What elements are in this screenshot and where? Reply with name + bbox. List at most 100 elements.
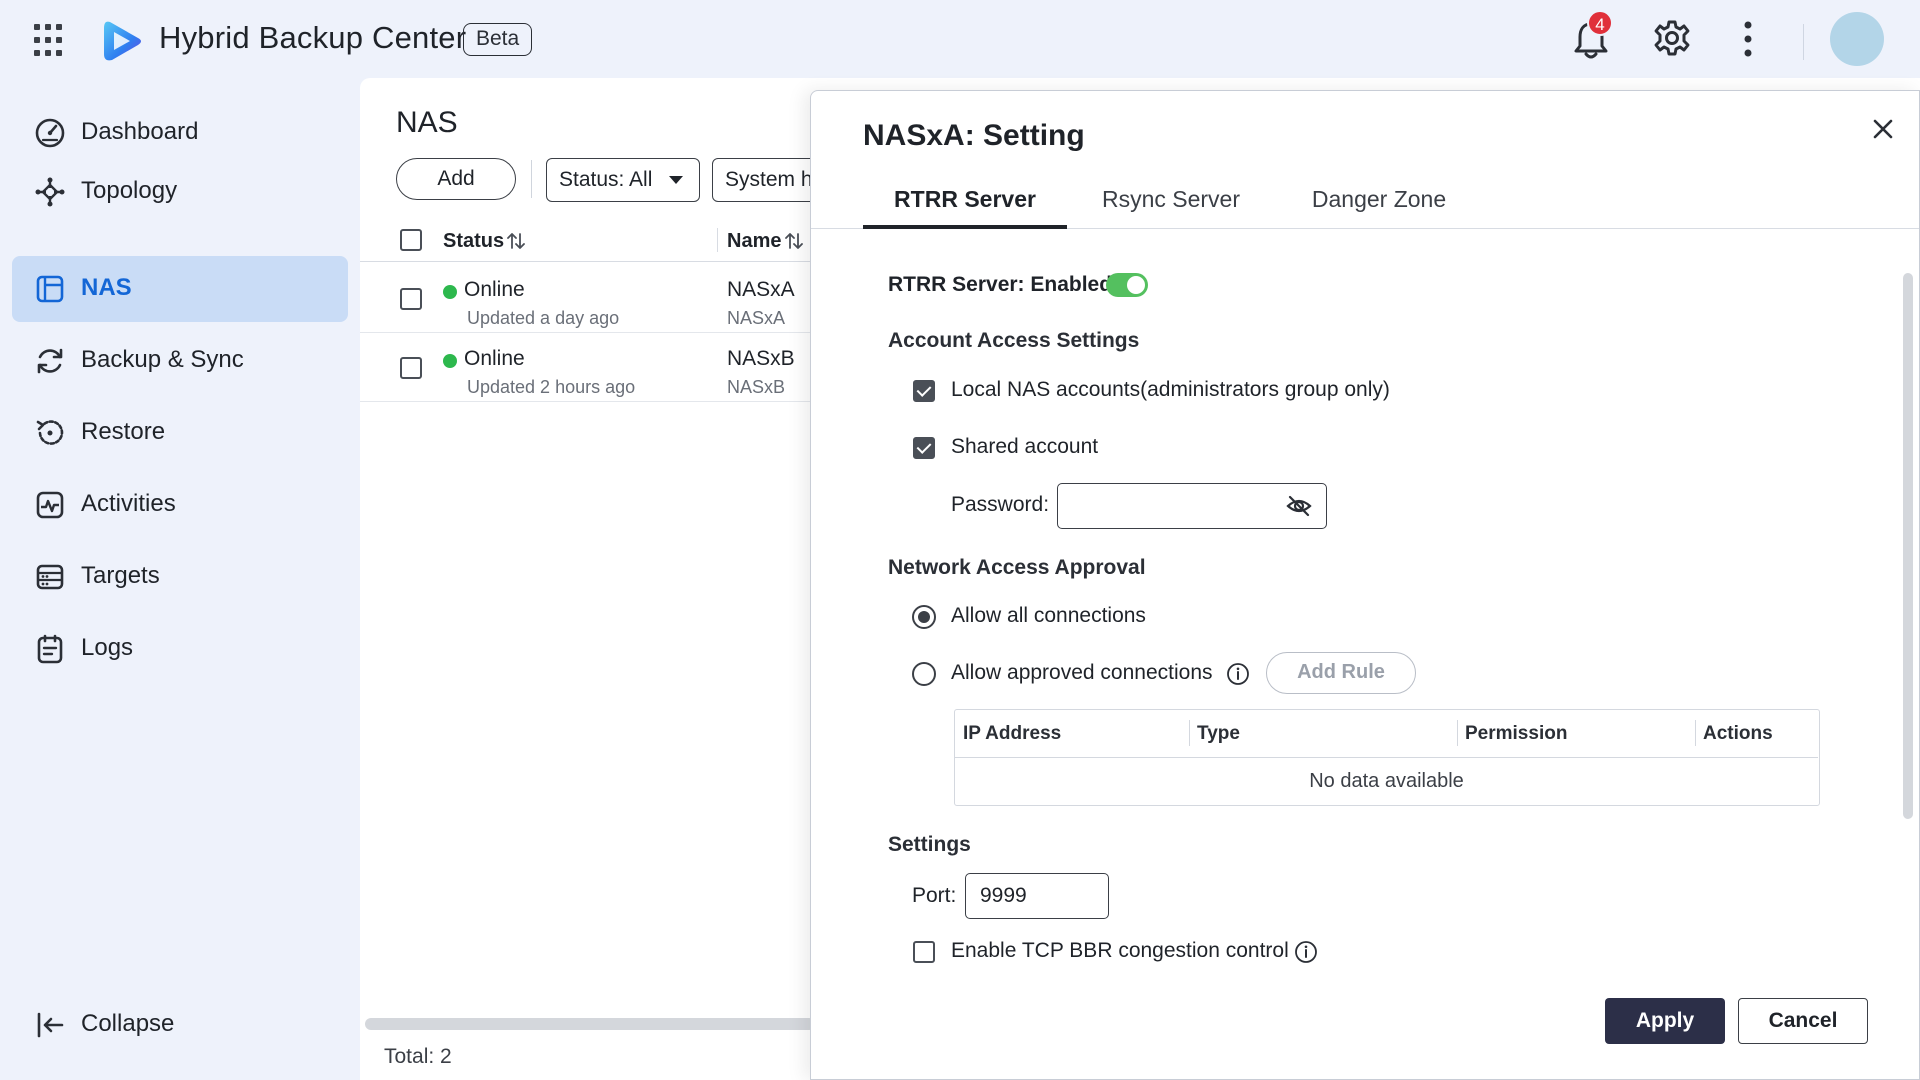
- column-divider: [1189, 720, 1190, 746]
- toolbar-divider: [531, 160, 532, 198]
- row-checkbox[interactable]: [400, 357, 422, 379]
- allow-all-radio[interactable]: [912, 605, 936, 629]
- sidebar-item-label: Restore: [81, 418, 166, 445]
- vertical-scrollbar[interactable]: [1903, 273, 1913, 819]
- sidebar-item-topology[interactable]: Topology: [12, 159, 348, 225]
- sidebar-item-label: Logs: [81, 634, 134, 661]
- port-label: Port:: [912, 884, 957, 907]
- local-accounts-label: Local NAS accounts(administrators group …: [951, 378, 1390, 401]
- gear-icon[interactable]: [1653, 19, 1691, 57]
- top-bar: Hybrid Backup Center Beta 4: [0, 0, 1920, 78]
- column-header-status[interactable]: Status: [443, 230, 504, 253]
- network-access-heading: Network Access Approval: [888, 556, 1146, 579]
- row-name[interactable]: NASxA: [727, 278, 795, 302]
- row-name-sub: NASxA: [727, 308, 786, 328]
- page-title: NAS: [396, 106, 458, 139]
- activity-icon: [36, 491, 64, 519]
- nas-table-header: Status Name: [360, 218, 810, 262]
- restore-icon: [36, 420, 64, 445]
- shared-account-checkbox[interactable]: [913, 437, 935, 459]
- password-input[interactable]: [1057, 483, 1327, 529]
- close-icon[interactable]: [1871, 117, 1895, 141]
- settings-tabs: RTRR Server Rsync Server Danger Zone: [811, 181, 1919, 229]
- shared-account-label: Shared account: [951, 435, 1099, 458]
- row-name-sub: NASxB: [727, 377, 786, 397]
- table-row[interactable]: Online Updated a day ago NASxA NASxA: [360, 264, 810, 333]
- sidebar-item-label: Dashboard: [81, 118, 199, 145]
- caret-down-icon: [669, 176, 683, 184]
- user-avatar[interactable]: [1830, 12, 1884, 66]
- tab-rtrr-server[interactable]: RTRR Server: [863, 181, 1067, 229]
- tab-danger-zone[interactable]: Danger Zone: [1293, 181, 1465, 229]
- add-rule-button[interactable]: Add Rule: [1266, 652, 1416, 694]
- sort-icon[interactable]: [507, 231, 525, 251]
- port-input[interactable]: 9999: [965, 873, 1109, 919]
- cancel-button[interactable]: Cancel: [1738, 998, 1868, 1044]
- sidebar-item-label: NAS: [81, 274, 132, 301]
- topology-icon: [35, 177, 65, 207]
- total-count: Total: 2: [384, 1045, 452, 1068]
- topbar-divider: [1803, 24, 1804, 60]
- sidebar-item-nas[interactable]: NAS: [12, 256, 348, 322]
- logs-icon: [37, 634, 63, 664]
- sidebar-item-targets[interactable]: Targets: [12, 544, 348, 610]
- collapse-label: Collapse: [81, 1010, 175, 1037]
- system-filter-value: System h: [725, 168, 813, 191]
- approved-connections-table: IP Address Type Permission Actions No da…: [954, 709, 1820, 806]
- info-icon[interactable]: [1294, 940, 1318, 964]
- column-header-ip-address: IP Address: [963, 723, 1062, 744]
- column-divider: [1457, 720, 1458, 746]
- row-status: Online: [464, 347, 525, 370]
- sidebar-item-logs[interactable]: Logs: [12, 616, 348, 682]
- allow-approved-radio[interactable]: [912, 662, 936, 686]
- app-logo-icon: [104, 21, 141, 61]
- app-title: Hybrid Backup Center: [159, 20, 467, 55]
- nas-icon: [36, 275, 64, 303]
- row-status: Online: [464, 278, 525, 301]
- row-updated: Updated a day ago: [467, 308, 620, 328]
- sidebar-item-dashboard[interactable]: Dashboard: [12, 100, 348, 166]
- column-header-type: Type: [1197, 723, 1240, 744]
- table-row[interactable]: Online Updated 2 hours ago NASxB NASxB: [360, 333, 810, 402]
- sidebar-item-backup-sync[interactable]: Backup & Sync: [12, 328, 348, 394]
- sync-icon: [37, 348, 63, 374]
- account-access-heading: Account Access Settings: [888, 329, 1140, 352]
- status-filter-select[interactable]: Status: All: [546, 158, 700, 202]
- gauge-icon: [35, 118, 65, 148]
- online-status-dot: [443, 354, 457, 368]
- allow-approved-label: Allow approved connections: [951, 661, 1213, 684]
- sidebar-item-activities[interactable]: Activities: [12, 472, 348, 538]
- more-vertical-icon[interactable]: [1741, 20, 1755, 58]
- row-name[interactable]: NASxB: [727, 347, 795, 371]
- tcp-bbr-checkbox[interactable]: [913, 941, 935, 963]
- settings-heading: Settings: [888, 833, 971, 856]
- select-all-checkbox[interactable]: [400, 229, 422, 251]
- apply-button[interactable]: Apply: [1605, 998, 1725, 1044]
- horizontal-scrollbar[interactable]: [365, 1018, 815, 1030]
- local-accounts-checkbox[interactable]: [913, 380, 935, 402]
- sidebar-item-label: Targets: [81, 562, 160, 589]
- collapse-arrow-icon: [37, 1012, 64, 1038]
- sidebar-item-label: Activities: [81, 490, 176, 517]
- tab-rsync-server[interactable]: Rsync Server: [1091, 181, 1251, 229]
- sidebar-collapse-button[interactable]: Collapse: [12, 992, 348, 1058]
- column-divider: [717, 228, 718, 252]
- sort-icon[interactable]: [785, 231, 803, 251]
- sidebar-item-label: Backup & Sync: [81, 346, 244, 373]
- column-header-name[interactable]: Name: [727, 230, 781, 253]
- rules-table-header: IP Address Type Permission Actions: [955, 710, 1818, 758]
- row-updated: Updated 2 hours ago: [467, 377, 636, 397]
- row-checkbox[interactable]: [400, 288, 422, 310]
- targets-icon: [36, 564, 64, 590]
- column-header-actions: Actions: [1703, 723, 1773, 744]
- allow-all-label: Allow all connections: [951, 604, 1146, 627]
- apps-grid-icon[interactable]: [34, 24, 68, 58]
- sidebar-item-restore[interactable]: Restore: [12, 400, 348, 466]
- sidebar-item-label: Topology: [81, 177, 178, 204]
- add-nas-button[interactable]: Add: [396, 158, 516, 200]
- info-icon[interactable]: [1226, 662, 1250, 686]
- column-divider: [1695, 720, 1696, 746]
- rtrr-server-toggle[interactable]: [1106, 273, 1148, 297]
- eye-off-icon[interactable]: [1286, 495, 1312, 517]
- status-filter-value: Status: All: [559, 168, 653, 191]
